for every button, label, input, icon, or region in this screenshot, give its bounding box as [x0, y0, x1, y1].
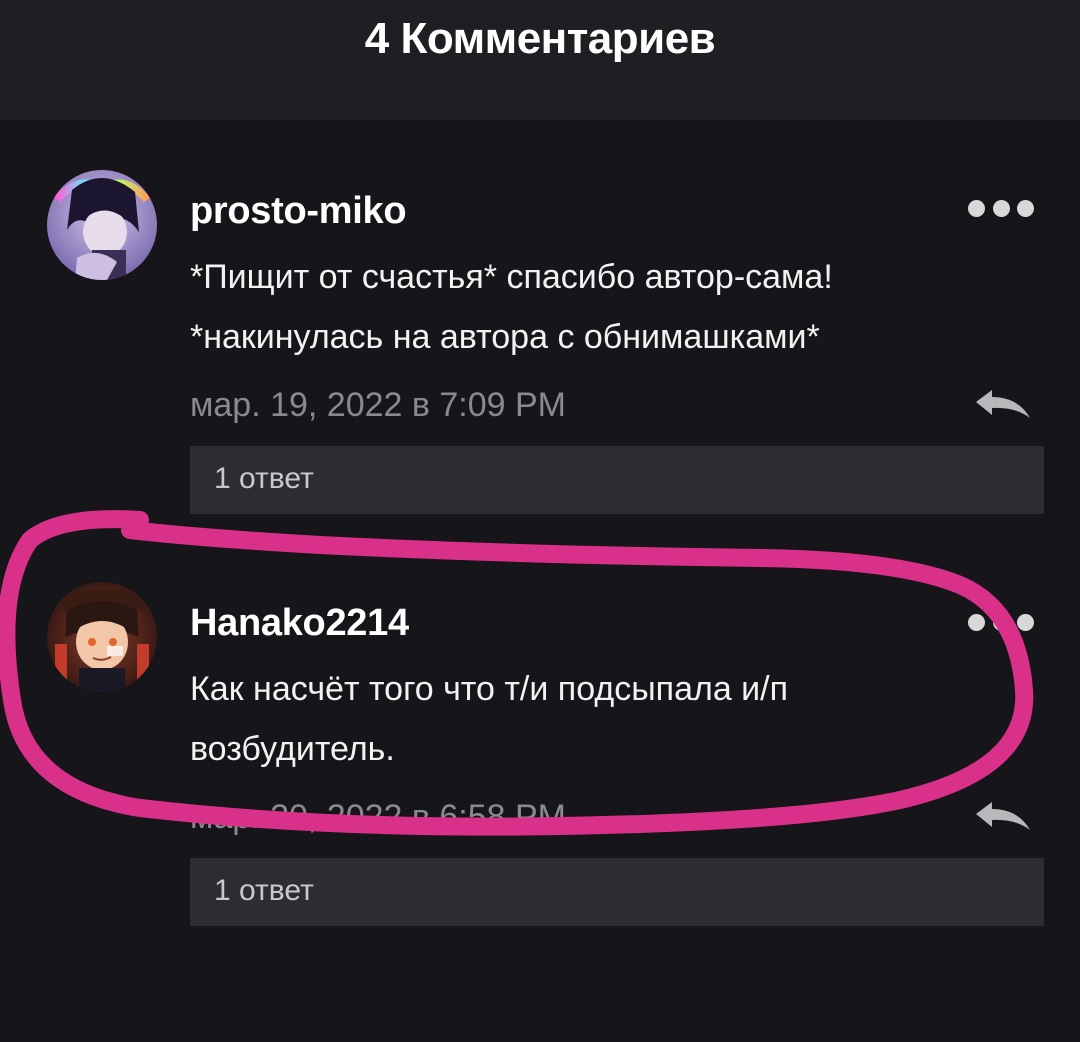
more-horizontal-icon[interactable]	[968, 610, 1034, 634]
comment-username[interactable]: prosto-miko	[190, 190, 407, 233]
replies-label: 1 ответ	[214, 462, 314, 495]
reply-arrow-icon[interactable]	[972, 388, 1034, 428]
comment-text-line: возбудитель.	[190, 730, 395, 768]
comment-text-line: *накинулась на автора с обнимашками*	[190, 318, 820, 356]
avatar[interactable]	[47, 170, 157, 280]
comments-count-title: 4 Комментариев	[364, 14, 716, 63]
comment-text-line: *Пищит от счастья* спасибо автор-сама!	[190, 258, 833, 296]
comment-username[interactable]: Hanako2214	[190, 602, 409, 645]
comments-header: 4 Комментариев	[0, 0, 1080, 120]
replies-button[interactable]: 1 ответ	[190, 858, 1044, 926]
comment-timestamp: мар. 19, 2022 в 7:09 PM	[190, 386, 567, 424]
avatar-image	[47, 582, 157, 692]
reply-arrow-icon[interactable]	[972, 800, 1034, 840]
more-horizontal-icon[interactable]	[968, 196, 1034, 220]
avatar-image	[47, 170, 157, 280]
comment-text-line: Как насчёт того что т/и подсыпала и/п	[190, 670, 789, 708]
replies-label: 1 ответ	[214, 874, 314, 907]
avatar[interactable]	[47, 582, 157, 692]
replies-button[interactable]: 1 ответ	[190, 446, 1044, 514]
comment-timestamp: мар. 20, 2022 в 6:58 PM	[190, 798, 567, 836]
